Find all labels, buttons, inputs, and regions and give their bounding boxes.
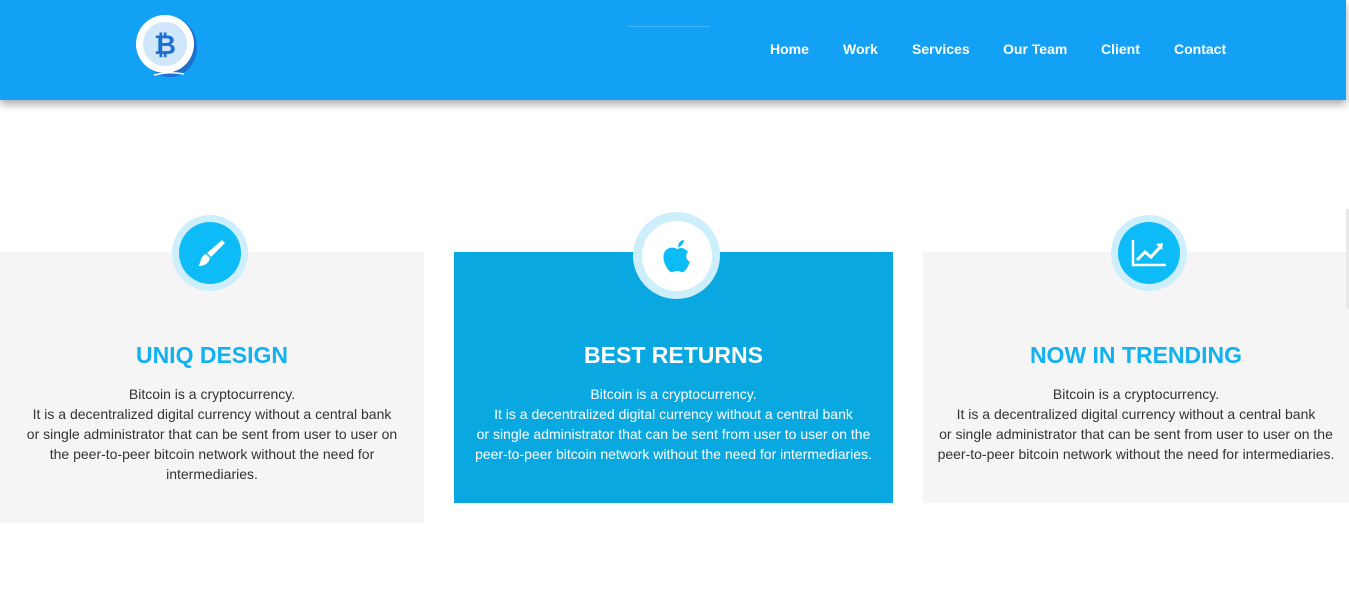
- nav-work[interactable]: Work: [843, 41, 878, 57]
- nav-home[interactable]: Home: [770, 41, 809, 57]
- feature-icon-returns: [633, 212, 720, 299]
- feature-line: or single administrator that can be sent…: [476, 426, 871, 442]
- svg-text:₿: ₿: [154, 30, 176, 61]
- bitcoin-icon: ₿: [136, 15, 197, 77]
- nav-client[interactable]: Client: [1101, 41, 1140, 57]
- nav-contact[interactable]: Contact: [1174, 41, 1226, 57]
- bitcoin-logo[interactable]: ₿: [136, 11, 198, 79]
- feature-line: Bitcoin is a cryptocurrency.: [590, 386, 757, 402]
- feature-title: NOW IN TRENDING: [1029, 342, 1243, 368]
- feature-description: Bitcoin is a cryptocurrency. It is a dec…: [454, 384, 893, 464]
- feature-icon-design: [172, 215, 248, 291]
- feature-line: It is a decentralized digital currency w…: [32, 406, 392, 422]
- navbar: ₿ Home Work Services Our Team Client Con…: [0, 0, 1346, 100]
- nav-divider: [628, 26, 710, 27]
- feature-line: peer-to-peer bitcoin network without the…: [937, 446, 1335, 462]
- feature-description: Bitcoin is a cryptocurrency. It is a dec…: [0, 384, 424, 484]
- feature-line: or single administrator that can be sent…: [26, 426, 398, 442]
- paintbrush-icon: [198, 240, 225, 266]
- feature-line: It is a decentralized digital currency w…: [494, 406, 853, 422]
- feature-icon-trending: [1111, 215, 1187, 291]
- nav-services[interactable]: Services: [912, 41, 970, 57]
- feature-line: or single administrator that can be sent…: [939, 426, 1333, 442]
- feature-line: intermediaries.: [166, 466, 258, 482]
- feature-card-trending: NOW IN TRENDING Bitcoin is a cryptocurre…: [923, 252, 1349, 503]
- feature-description: Bitcoin is a cryptocurrency. It is a dec…: [923, 384, 1349, 464]
- feature-line: It is a decentralized digital currency w…: [956, 406, 1316, 422]
- feature-line: the peer-to-peer bitcoin network without…: [49, 446, 375, 462]
- nav-our-team[interactable]: Our Team: [1003, 41, 1067, 57]
- feature-title: UNIQ DESIGN: [135, 342, 289, 368]
- feature-line: Bitcoin is a cryptocurrency.: [1052, 386, 1220, 402]
- feature-line: Bitcoin is a cryptocurrency.: [128, 386, 296, 402]
- feature-title: BEST RETURNS: [584, 342, 763, 368]
- feature-card-design: UNIQ DESIGN Bitcoin is a cryptocurrency.…: [0, 252, 424, 523]
- line-chart-icon: [1131, 240, 1166, 267]
- feature-line: peer-to-peer bitcoin network without the…: [475, 446, 872, 462]
- apple-icon: [662, 239, 690, 272]
